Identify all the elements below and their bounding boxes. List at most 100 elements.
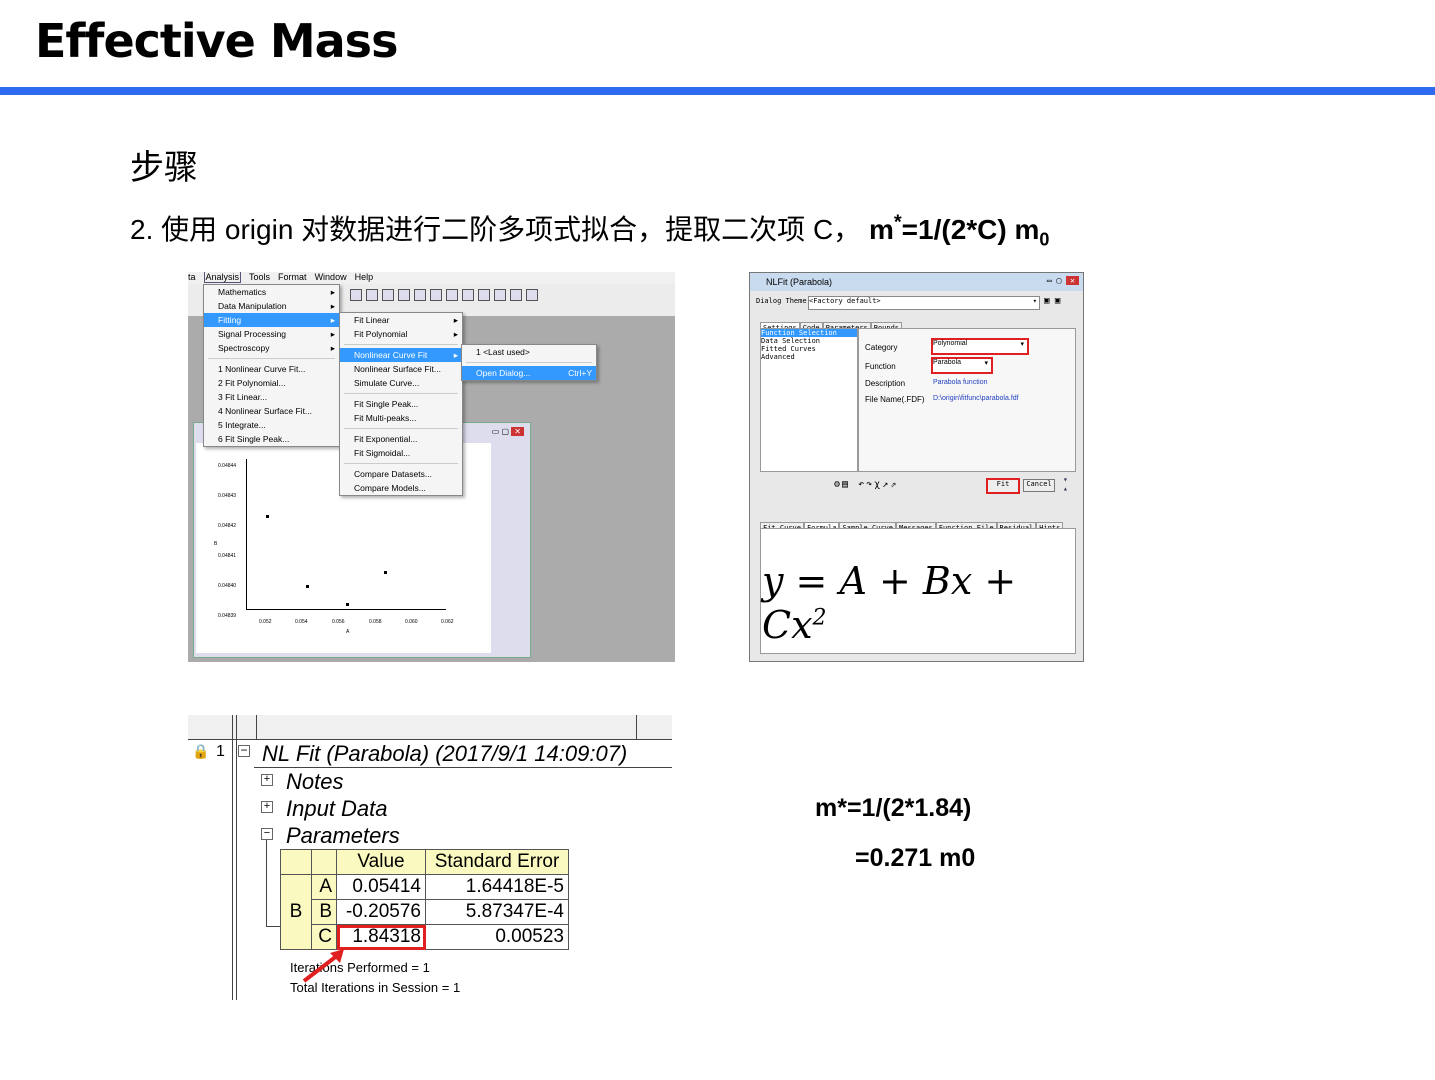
category-select[interactable]: Polynomial ▾	[931, 338, 1029, 355]
x-tick: 0.052	[259, 619, 272, 625]
data-point	[306, 585, 309, 588]
copy-icon[interactable]	[478, 289, 490, 301]
pointer-icon[interactable]	[526, 289, 538, 301]
fit-button[interactable]: Fit	[986, 478, 1020, 494]
data-point	[384, 571, 387, 574]
function-select[interactable]: Parabola ▾	[931, 357, 993, 374]
step-heading: 步骤	[130, 148, 198, 188]
x-tick: 0.056	[332, 619, 345, 625]
menu-item[interactable]: ta	[188, 272, 196, 282]
menu-item-nonlinear-curve-fit[interactable]: Nonlinear Curve Fit ▸	[340, 348, 462, 362]
result-line-1: m*=1/(2*1.84)	[815, 794, 972, 822]
notes-node[interactable]: Notes	[286, 769, 343, 795]
x-tick: 0.058	[369, 619, 382, 625]
cut-icon[interactable]	[462, 289, 474, 301]
menu-item-simulate-curve[interactable]: Simulate Curve...	[340, 376, 462, 390]
graph-icon[interactable]	[398, 289, 410, 301]
nlfit-submenu: 1 <Last used> Open Dialog... Ctrl+Y	[461, 344, 597, 381]
menu-item-fit-sigmoidal[interactable]: Fit Sigmoidal...	[340, 446, 462, 460]
export-icon[interactable]	[366, 289, 378, 301]
menu-item-fit-polynomial[interactable]: Fit Polynomial ▸	[340, 327, 462, 341]
iterate-until-converged-icon[interactable]: ⇗	[890, 479, 898, 490]
tree-item-fitted-curves[interactable]: Fitted Curves	[761, 345, 857, 353]
paste-icon[interactable]	[494, 289, 506, 301]
menu-item-data-manipulation[interactable]: Data Manipulation ▸	[204, 299, 339, 313]
menu-item-last-used[interactable]: 1 <Last used>	[462, 345, 596, 359]
menu-item-open-dialog[interactable]: Open Dialog... Ctrl+Y	[462, 366, 596, 380]
menu-item-fit-linear[interactable]: Fit Linear ▸	[340, 313, 462, 327]
report-title: NL Fit (Parabola) (2017/9/1 14:09:07)	[262, 741, 628, 766]
expand-icon[interactable]: +	[261, 801, 273, 813]
expand-icon[interactable]: +	[261, 774, 273, 786]
y-tick: 0.04839	[218, 613, 237, 619]
title-divider	[0, 87, 1435, 95]
menu-format[interactable]: Format	[278, 272, 307, 282]
menu-analysis[interactable]: Analysis	[203, 272, 242, 283]
menu-item-recent[interactable]: 1 Nonlinear Curve Fit...	[204, 362, 339, 376]
group-label: B	[280, 874, 312, 950]
menu-item-nonlinear-surface-fit[interactable]: Nonlinear Surface Fit...	[340, 362, 462, 376]
input-data-node[interactable]: Input Data	[286, 796, 388, 822]
menu-item-mathematics[interactable]: Mathematics ▸	[204, 285, 339, 299]
filename-label: File Name(.FDF)	[865, 395, 925, 404]
undo-icon[interactable]: ↶	[858, 479, 866, 490]
menu-item-compare-datasets[interactable]: Compare Datasets...	[340, 467, 462, 481]
menu-item-recent[interactable]: 6 Fit Single Peak...	[204, 432, 339, 446]
save-theme-icon[interactable]: ▣ ▣	[1044, 296, 1060, 306]
chi-square-icon[interactable]: χ	[874, 479, 882, 490]
collapse-icon[interactable]: −	[261, 828, 273, 840]
menu-item-recent[interactable]: 2 Fit Polynomial...	[204, 376, 339, 390]
slide-title: Effective Mass	[35, 14, 398, 68]
result-line-2: =0.271 m0	[855, 844, 976, 872]
param-value: -0.20576	[336, 899, 426, 925]
function-label: Function	[865, 362, 896, 371]
cancel-button[interactable]: Cancel	[1023, 479, 1055, 492]
formula: y = A + Bx + Cx2	[762, 559, 1017, 647]
zoom-icon[interactable]	[510, 289, 522, 301]
dialog-toolbar: ⚙▤ ↶↷χ↗⇗	[834, 479, 898, 490]
menu-item-recent[interactable]: 3 Fit Linear...	[204, 390, 339, 404]
print-icon[interactable]	[350, 289, 362, 301]
window-controls[interactable]: ▭ ▢ ✕	[492, 427, 524, 436]
filename-value[interactable]: D:\origin\fitfunc\parabola.fdf	[933, 395, 1019, 402]
redo-icon[interactable]: ↷	[866, 479, 874, 490]
menu-item-recent[interactable]: 4 Nonlinear Surface Fit...	[204, 404, 339, 418]
step-description: 2. 使用 origin 对数据进行二阶多项式拟合，提取二次项 C， m*=1/…	[130, 208, 1049, 251]
worksheet-icon[interactable]	[430, 289, 442, 301]
tree-item-data-selection[interactable]: Data Selection	[761, 337, 857, 345]
menu-item-spectroscopy[interactable]: Spectroscopy ▸	[204, 341, 339, 355]
y-tick: 0.04844	[218, 463, 237, 469]
tree-item-function-selection[interactable]: Function Selection	[761, 329, 857, 337]
menu-item-fit-single-peak[interactable]: Fit Single Peak...	[340, 397, 462, 411]
menu-item-recent[interactable]: 5 Integrate...	[204, 418, 339, 432]
fitting-submenu: Fit Linear ▸ Fit Polynomial ▸ Nonlinear Cu…	[339, 312, 463, 496]
row-number: 1	[216, 743, 225, 760]
tree-item-advanced[interactable]: Advanced	[761, 353, 857, 361]
collapse-icon[interactable]: −	[238, 744, 250, 757]
x-tick: 0.062	[441, 619, 454, 625]
collapse-toggle-icon[interactable]: ▾ ▴	[1063, 475, 1068, 493]
parameters-node[interactable]: Parameters	[286, 823, 400, 849]
save-icon[interactable]: ▤	[842, 479, 850, 490]
menu-item-signal-processing[interactable]: Signal Processing ▸	[204, 327, 339, 341]
x-tick: 0.060	[405, 619, 418, 625]
iterate-icon[interactable]: ↗	[882, 479, 890, 490]
menu-item-compare-models[interactable]: Compare Models...	[340, 481, 462, 495]
notes-icon[interactable]	[446, 289, 458, 301]
layout-icon[interactable]	[382, 289, 394, 301]
menu-help[interactable]: Help	[355, 272, 374, 282]
header-standard-error: Standard Error	[425, 849, 569, 875]
theme-select[interactable]: <Factory default> ▾	[808, 296, 1040, 310]
menu-tools[interactable]: Tools	[249, 272, 270, 282]
menu-item-fit-multi-peaks[interactable]: Fit Multi-peaks...	[340, 411, 462, 425]
y-tick: 0.04841	[218, 553, 237, 559]
menu-item-fit-exponential[interactable]: Fit Exponential...	[340, 432, 462, 446]
matrix-icon[interactable]	[414, 289, 426, 301]
y-tick: 0.04840	[218, 583, 237, 589]
menu-window[interactable]: Window	[315, 272, 347, 282]
menu-item-fitting[interactable]: Fitting ▸	[204, 313, 339, 327]
wizard-icon[interactable]: ⚙	[834, 479, 842, 490]
dialog-window-controls[interactable]: ▭ ▢ ✕	[1047, 276, 1079, 285]
step-prefix: 2. 使用 origin 对数据进行二阶多项式拟合，提取二次项 C，	[130, 214, 862, 245]
param-name: B	[311, 899, 337, 925]
